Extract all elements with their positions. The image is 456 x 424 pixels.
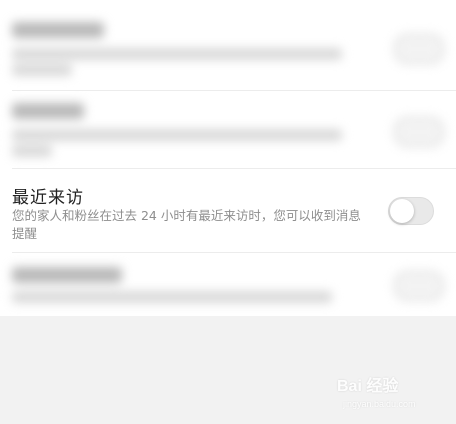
baidu-jingyan-watermark: Bai 经验 jingyan.baidu.com [337,372,437,416]
recent-visit-title: 最近来访 [12,188,84,208]
watermark-logo-text: Bai 经验 [337,378,399,395]
blurred-toggle [394,117,444,147]
toggle-knob [390,199,414,223]
blurred-setting-row-3 [0,253,456,315]
blurred-setting-description [12,145,52,157]
blurred-setting-description [12,64,72,76]
watermark-url: jingyan.baidu.com [343,399,416,409]
blurred-setting-title [12,103,84,119]
settings-card: 最近来访 您的家人和粉丝在过去 24 小时有最近来访时，您可以收到消息提醒 [0,0,456,316]
blurred-toggle [394,271,444,301]
recent-visit-toggle[interactable] [388,197,434,225]
blurred-setting-description [12,291,332,303]
blurred-setting-description [12,129,342,141]
blurred-setting-description [12,48,342,60]
blurred-setting-row-2 [0,91,456,167]
recent-visit-description: 您的家人和粉丝在过去 24 小时有最近来访时，您可以收到消息提醒 [12,208,361,241]
blurred-setting-title [12,267,122,283]
blurred-setting-row-1 [0,0,456,90]
blurred-toggle [394,34,444,64]
blurred-setting-title [12,22,104,38]
